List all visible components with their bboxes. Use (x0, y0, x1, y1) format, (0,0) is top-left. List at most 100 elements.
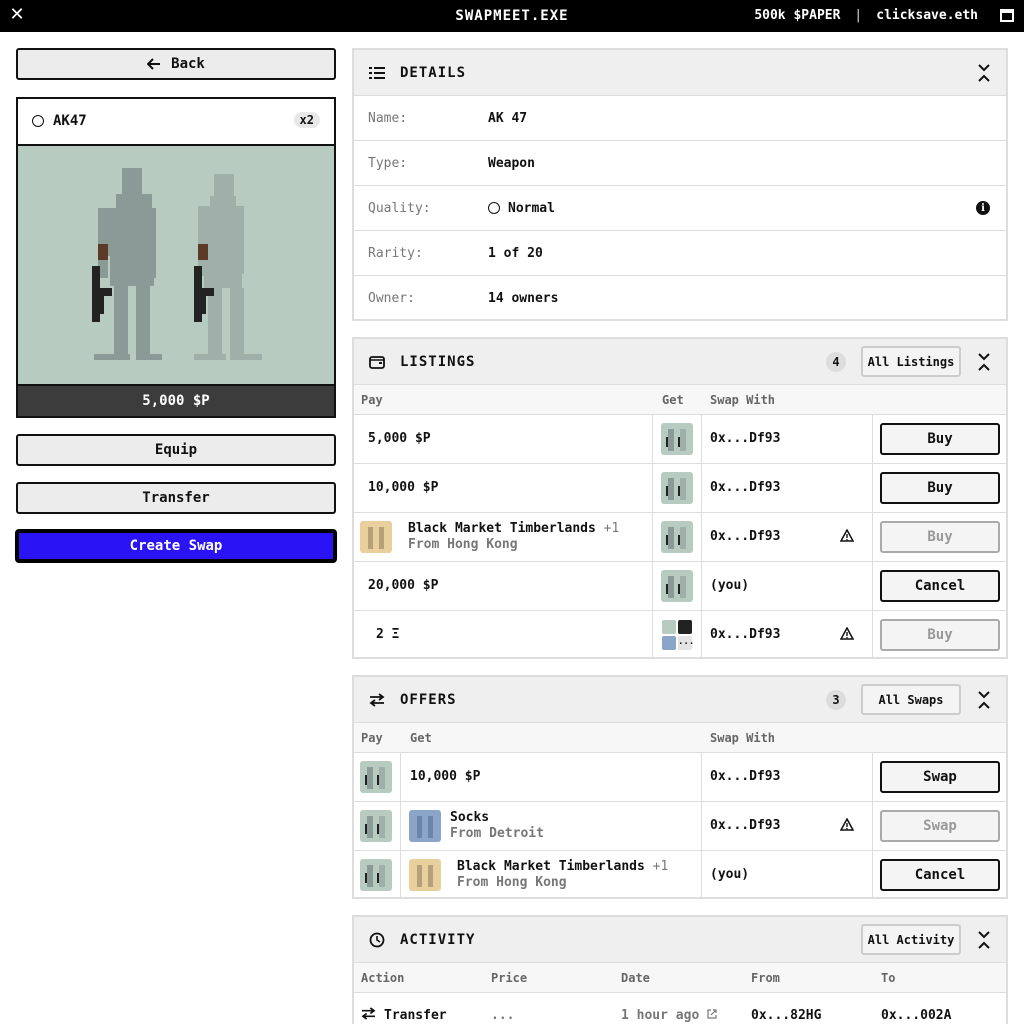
offers-panel: OFFERS 3 All Swaps Pay Get Swap With 10,… (352, 675, 1008, 899)
item-thumbnail (360, 810, 392, 842)
offers-header[interactable]: OFFERS 3 All Swaps (354, 677, 1006, 723)
all-listings-button[interactable]: All Listings (861, 346, 961, 377)
offer-swap-with[interactable]: 0x...Df93 (710, 769, 780, 784)
listing-row: Black Market Timberlands +1 From Hong Ko… (354, 513, 1006, 562)
warning-icon (839, 626, 855, 644)
detail-row-type: Type: Weapon (354, 141, 1006, 186)
detail-value: Normal (508, 201, 555, 216)
account-area: 500k $PAPER | clicksave.eth (754, 8, 1014, 23)
item-price: 5,000 $P (18, 384, 334, 416)
create-swap-button[interactable]: Create Swap (16, 530, 336, 562)
collapse-icon[interactable] (976, 351, 992, 373)
activity-row: Transfer ... 1 hour ago 0x...82HG 0x...0… (354, 993, 1006, 1024)
swap-arrows-icon (368, 691, 386, 709)
details-header[interactable]: DETAILS (354, 50, 1006, 96)
detail-value[interactable]: 14 owners (488, 291, 558, 306)
characters-illustration (92, 168, 262, 360)
offer-row: 10,000 $P 0x...Df93 Swap (354, 753, 1006, 802)
listings-header[interactable]: LISTINGS 4 All Listings (354, 339, 1006, 385)
item-card-header: AK47 x2 (18, 99, 334, 146)
listing-swap-with[interactable]: 0x...Df93 (710, 480, 780, 495)
swap-button[interactable]: Swap (880, 761, 1000, 793)
warning-icon (839, 817, 855, 835)
offer-get: 10,000 $P (410, 769, 481, 784)
listing-row: 10,000 $P 0x...Df93 Buy (354, 464, 1006, 513)
collapse-icon[interactable] (976, 689, 992, 711)
equip-button[interactable]: Equip (16, 434, 336, 466)
listing-pay: 5,000 $P (368, 431, 431, 446)
activity-to[interactable]: 0x...002A (881, 1008, 951, 1023)
listing-row: 5,000 $P 0x...Df93 Buy (354, 415, 1006, 464)
window-icon[interactable] (1000, 9, 1014, 22)
listing-pay: 2 Ξ (376, 627, 400, 642)
activity-price: ... (491, 1008, 515, 1023)
quality-circle-icon (488, 202, 500, 214)
activity-title: ACTIVITY (400, 932, 476, 948)
balance-label: 500k $PAPER (754, 8, 841, 23)
buy-button[interactable]: Buy (880, 521, 1000, 553)
item-thumbnail (661, 423, 693, 455)
column-header-from: From (751, 971, 780, 985)
listing-swap-with[interactable]: 0x...Df93 (710, 529, 780, 544)
listing-pay: 20,000 $P (368, 578, 439, 593)
column-header-pay: Pay (361, 731, 383, 745)
transfer-button[interactable]: Transfer (16, 482, 336, 514)
listing-swap-with[interactable]: 0x...Df93 (710, 627, 780, 642)
account-label[interactable]: clicksave.eth (876, 8, 978, 23)
column-header-get: Get (410, 731, 432, 745)
column-header-date: Date (621, 971, 650, 985)
buy-button[interactable]: Buy (880, 619, 1000, 651)
details-title: DETAILS (400, 65, 467, 81)
item-thumbnail (360, 521, 392, 553)
info-icon[interactable]: i (976, 201, 990, 215)
item-thumbnail (661, 570, 693, 602)
item-thumbnail (409, 859, 441, 891)
column-header-swap-with: Swap With (710, 393, 776, 407)
item-count-badge: x2 (293, 112, 320, 128)
buy-button[interactable]: Buy (880, 472, 1000, 504)
detail-value: AK 47 (488, 111, 528, 126)
detail-label: Rarity: (368, 246, 423, 261)
activity-date-text: 1 hour ago (621, 1008, 700, 1023)
offer-get-origin: From Detroit (450, 826, 544, 841)
all-activity-button[interactable]: All Activity (861, 924, 961, 955)
column-header-pay: Pay (361, 393, 383, 407)
collapse-icon[interactable] (976, 929, 992, 951)
back-arrow-icon (147, 58, 161, 70)
item-artwork (18, 146, 334, 386)
all-swaps-button[interactable]: All Swaps (861, 684, 961, 715)
back-label: Back (171, 56, 205, 72)
column-header-action: Action (361, 971, 405, 985)
offers-title: OFFERS (400, 692, 457, 708)
clock-icon (368, 931, 386, 949)
offer-swap-with[interactable]: 0x...Df93 (710, 818, 780, 833)
listing-pay-item: Black Market Timberlands +1 (408, 521, 619, 536)
back-button[interactable]: Back (16, 48, 336, 80)
listing-swap-with[interactable]: 0x...Df93 (710, 431, 780, 446)
offer-get: Socks (450, 810, 490, 825)
more-items: ... (678, 636, 693, 650)
buy-button[interactable]: Buy (880, 423, 1000, 455)
listing-row: 2 Ξ ... 0x...Df93 Buy (354, 611, 1006, 657)
swap-button[interactable]: Swap (880, 810, 1000, 842)
title-bar: ✕ SWAPMEET.EXE 500k $PAPER | clicksave.e… (0, 0, 1024, 32)
activity-date[interactable]: 1 hour ago (621, 1008, 717, 1023)
item-thumbnail (360, 761, 392, 793)
cancel-button[interactable]: Cancel (880, 570, 1000, 602)
detail-value: Weapon (488, 156, 535, 171)
swap-arrows-icon (361, 1007, 376, 1024)
activity-header[interactable]: ACTIVITY All Activity (354, 917, 1006, 963)
item-thumbnail (409, 810, 441, 842)
detail-label: Quality: (368, 201, 431, 216)
item-name: AK47 (53, 113, 87, 129)
listings-panel: LISTINGS 4 All Listings Pay Get Swap Wit… (352, 337, 1008, 659)
item-thumbnail (661, 472, 693, 504)
collapse-icon[interactable] (976, 62, 992, 84)
cancel-button[interactable]: Cancel (880, 859, 1000, 891)
quality-circle-icon (32, 115, 44, 127)
item-thumbnail (360, 859, 392, 891)
offer-row: Black Market Timberlands +1 From Hong Ko… (354, 851, 1006, 899)
detail-label: Name: (368, 111, 408, 126)
activity-from[interactable]: 0x...82HG (751, 1008, 821, 1023)
detail-row-owner: Owner: 14 owners (354, 276, 1006, 320)
